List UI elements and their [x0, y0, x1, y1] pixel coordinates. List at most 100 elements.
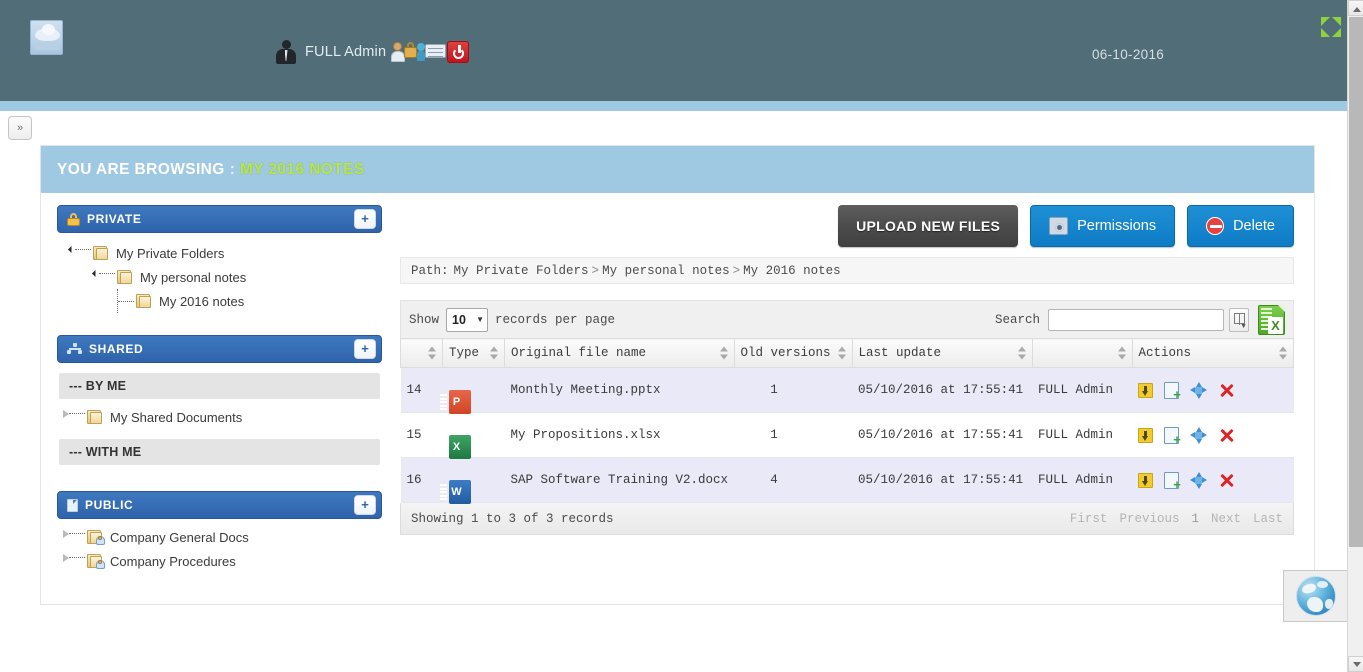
- tree-item-label: Company General Docs: [110, 529, 249, 545]
- tree-expander-expanded-icon[interactable]: [67, 241, 93, 265]
- tree-expander-collapsed-icon[interactable]: [63, 405, 87, 429]
- download-icon[interactable]: [1138, 472, 1154, 488]
- page-size-select[interactable]: 10 ▼: [446, 307, 489, 332]
- deny-circle-icon: [1206, 217, 1225, 235]
- scroll-up-arrow-icon[interactable]: [1348, 0, 1363, 16]
- delete-icon[interactable]: [1218, 382, 1235, 399]
- cell-file-name[interactable]: My Propositions.xlsx: [504, 412, 735, 458]
- vertical-scrollbar[interactable]: [1347, 0, 1363, 672]
- breadcrumb-segment-3[interactable]: My 2016 notes: [743, 264, 841, 278]
- records-per-page-label: records per page: [495, 312, 616, 327]
- new-version-icon[interactable]: +: [1164, 471, 1181, 492]
- panel-public-title: PUBLIC: [85, 498, 134, 512]
- cell-id: 15: [400, 412, 443, 458]
- folder-icon: [93, 246, 109, 260]
- panel-shared-header[interactable]: SHARED +: [57, 335, 382, 363]
- cell-file-name[interactable]: SAP Software Training V2.docx: [504, 457, 735, 503]
- browsing-label: YOU ARE BROWSING: [57, 160, 225, 178]
- pagination-last[interactable]: Last: [1253, 512, 1283, 526]
- panel-public-header[interactable]: PUBLIC +: [57, 491, 382, 519]
- excel-export-icon[interactable]: X: [1258, 304, 1285, 335]
- delete-button[interactable]: Delete: [1187, 205, 1294, 247]
- sidebar-toggle-button[interactable]: »: [8, 116, 32, 140]
- cell-file-name[interactable]: Monthly Meeting.pptx: [504, 367, 735, 413]
- files-table-head: Type Original file name Old versions Las…: [400, 338, 1295, 368]
- move-icon[interactable]: [1190, 471, 1208, 489]
- sort-icon[interactable]: [1117, 346, 1126, 360]
- move-icon[interactable]: [1190, 426, 1208, 444]
- tree-item-company-procedures[interactable]: Company Procedures: [59, 549, 380, 573]
- pagination-first[interactable]: First: [1070, 512, 1108, 526]
- cloud-logo-icon[interactable]: [30, 20, 63, 55]
- user-lock-icon[interactable]: [391, 41, 418, 63]
- folder-tree-sidebar: PRIVATE + My Private Folders My personal…: [57, 205, 382, 593]
- tree-item-my-2016-notes[interactable]: My 2016 notes: [61, 289, 378, 313]
- panel-public-add-button[interactable]: +: [354, 495, 376, 515]
- tree-item-label: My 2016 notes: [159, 293, 245, 309]
- column-header-original-file-name[interactable]: Original file name: [504, 338, 735, 368]
- cell-id: 16: [400, 457, 443, 503]
- download-icon[interactable]: [1138, 427, 1154, 443]
- scroll-down-arrow-icon[interactable]: [1348, 656, 1363, 672]
- permissions-button[interactable]: Permissions: [1030, 205, 1176, 247]
- pagination-next[interactable]: Next: [1211, 512, 1241, 526]
- language-globe-widget[interactable]: [1283, 570, 1349, 622]
- move-icon[interactable]: [1190, 381, 1208, 399]
- new-version-icon[interactable]: +: [1164, 381, 1181, 402]
- column-header-type[interactable]: Type: [442, 338, 505, 368]
- app-header: FULL Admin 06-10-2016: [0, 0, 1347, 101]
- tree-item-my-personal-notes[interactable]: My personal notes: [61, 265, 378, 289]
- tree-item-my-private-folders[interactable]: My Private Folders: [61, 241, 378, 265]
- cell-user: FULL Admin: [1032, 367, 1133, 413]
- panel-shared-add-button[interactable]: +: [354, 339, 376, 359]
- column-visibility-icon[interactable]: ▼: [1229, 307, 1249, 332]
- delete-icon[interactable]: [1218, 427, 1235, 444]
- panel-private-header[interactable]: PRIVATE +: [57, 205, 382, 233]
- sort-icon[interactable]: [428, 346, 436, 360]
- breadcrumb-segment-2[interactable]: My personal notes: [602, 264, 730, 278]
- sort-icon[interactable]: [1279, 346, 1287, 360]
- sort-icon[interactable]: [837, 346, 846, 360]
- tree-item-label: My personal notes: [140, 269, 247, 285]
- table-controls: Show 10 ▼ records per page Search ▼ X: [400, 300, 1294, 338]
- sort-icon[interactable]: [1017, 346, 1026, 360]
- folder-icon: [87, 410, 103, 424]
- column-header-id[interactable]: [400, 338, 443, 368]
- column-header-old-versions[interactable]: Old versions: [733, 338, 853, 368]
- tree-expander-collapsed-icon[interactable]: [63, 525, 87, 549]
- tree-item-my-shared-documents[interactable]: My Shared Documents: [59, 405, 380, 429]
- new-version-icon[interactable]: +: [1164, 426, 1181, 447]
- delete-button-label: Delete: [1233, 218, 1275, 234]
- breadcrumb-segment-1[interactable]: My Private Folders: [449, 264, 589, 278]
- cell-user: FULL Admin: [1032, 412, 1133, 458]
- pagination-page-1[interactable]: 1: [1191, 512, 1199, 526]
- tree-expander-expanded-icon[interactable]: [91, 265, 117, 289]
- tree-item-company-general-docs[interactable]: Company General Docs: [59, 525, 380, 549]
- scrollbar-thumb[interactable]: [1349, 17, 1363, 547]
- upload-new-files-button[interactable]: UPLOAD NEW FILES: [838, 205, 1019, 247]
- pagination-previous[interactable]: Previous: [1119, 512, 1179, 526]
- tree-item-label: My Private Folders: [116, 245, 225, 261]
- cell-last-update: 05/10/2016 at 17:55:41: [852, 457, 1033, 503]
- power-off-icon[interactable]: [447, 41, 470, 63]
- table-row[interactable]: 14 P Monthly Meeting.pptx 1 05/10/2016 a…: [400, 367, 1294, 414]
- column-header-last-update[interactable]: Last update: [851, 338, 1033, 368]
- column-header-user[interactable]: [1031, 338, 1133, 368]
- cell-user: FULL Admin: [1032, 457, 1133, 503]
- table-row[interactable]: 15 X My Propositions.xlsx 1 05/10/2016 a…: [400, 412, 1294, 459]
- sort-icon[interactable]: [719, 346, 728, 360]
- pagination: First Previous 1 Next Last: [1070, 512, 1283, 526]
- collapse-arrows-icon[interactable]: [1318, 14, 1344, 40]
- cell-actions: +: [1132, 367, 1294, 413]
- sort-icon[interactable]: [490, 346, 498, 360]
- delete-icon[interactable]: [1218, 472, 1235, 489]
- cell-id: 14: [400, 367, 443, 413]
- panel-private-add-button[interactable]: +: [354, 209, 376, 229]
- table-row[interactable]: 16 W SAP Software Training V2.docx 4 05/…: [400, 457, 1294, 504]
- column-header-actions[interactable]: Actions: [1131, 338, 1295, 368]
- search-input[interactable]: [1048, 308, 1224, 331]
- tree-expander-collapsed-icon[interactable]: [63, 549, 87, 573]
- chat-bubble-icon[interactable]: [417, 42, 447, 62]
- download-icon[interactable]: [1138, 382, 1154, 398]
- chevron-down-icon: ▼: [476, 315, 485, 324]
